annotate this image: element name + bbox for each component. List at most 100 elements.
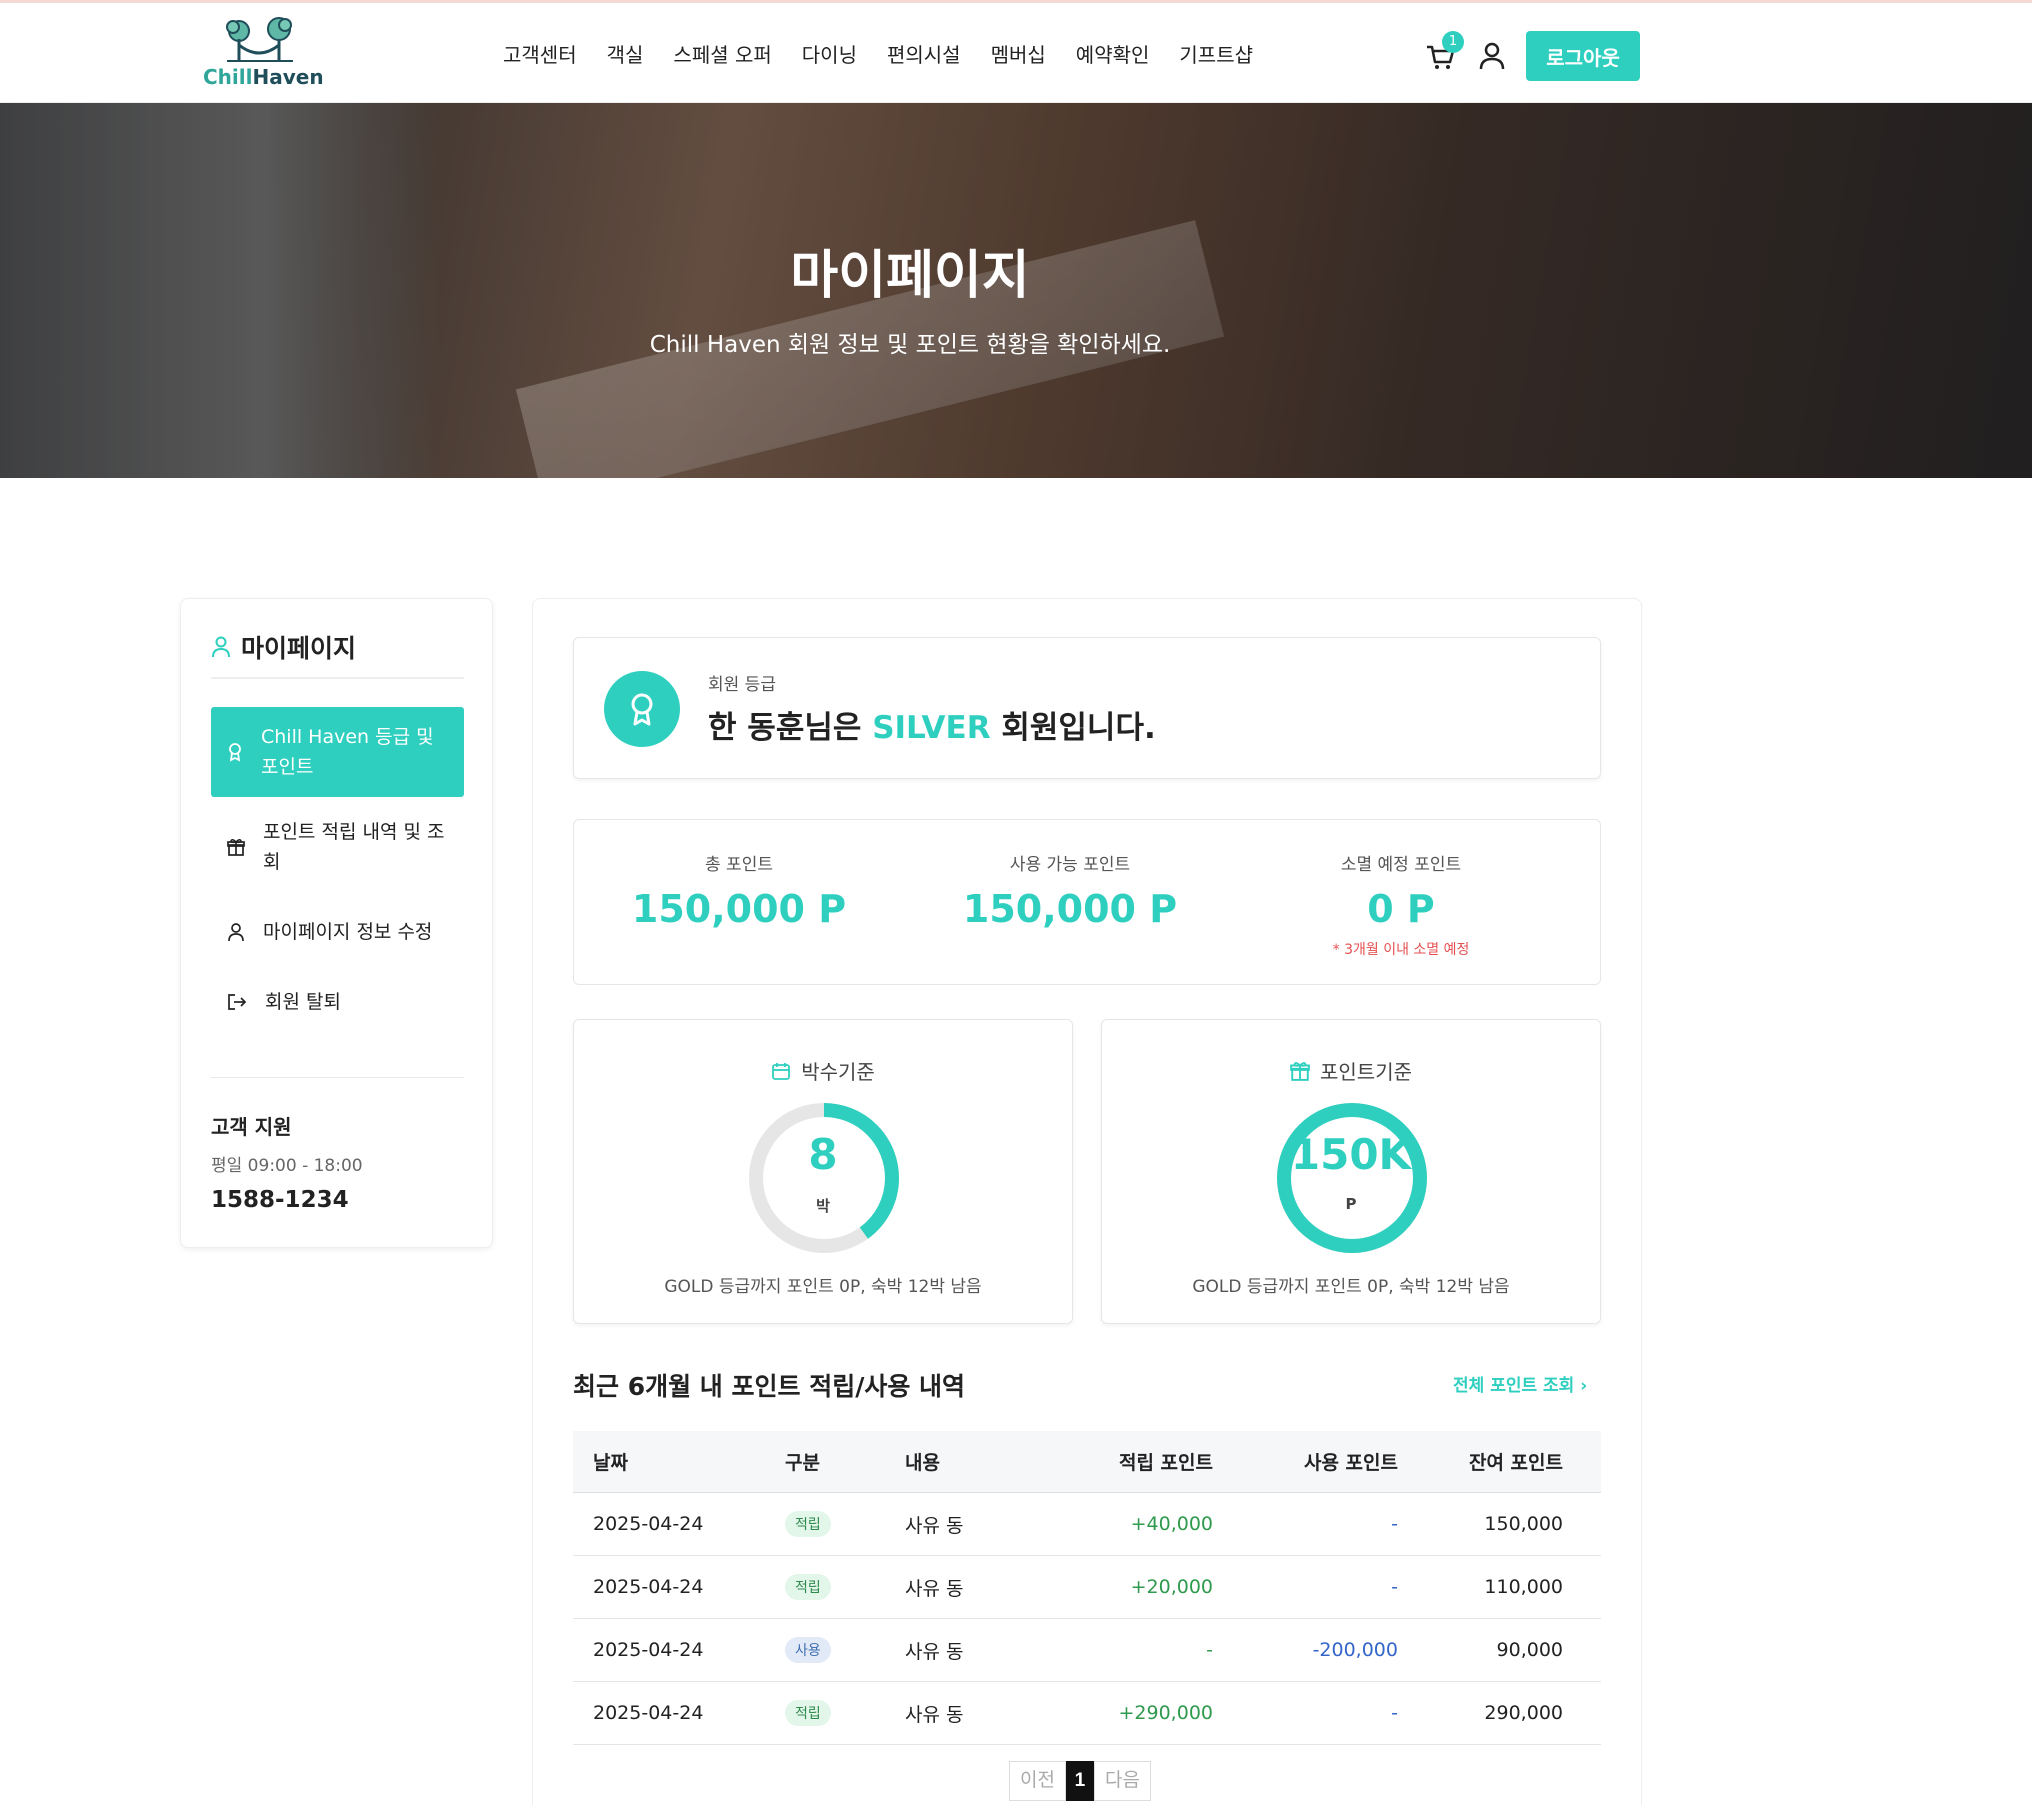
points-criteria-title: 포인트기준 — [1320, 1060, 1412, 1084]
logout-icon — [228, 994, 247, 1010]
calendar-icon — [772, 1062, 791, 1080]
available-points-value: 150,000 P — [962, 887, 1178, 931]
chevron-right-icon: › — [1580, 1376, 1588, 1396]
nav-rooms[interactable]: 객실 — [607, 39, 644, 68]
pagination: 이전 1 다음 — [1009, 1761, 1151, 1801]
award-icon — [631, 693, 653, 726]
cell-date: 2025-04-24 — [593, 1576, 704, 1598]
sidebar-item-withdraw[interactable]: 회원 탈퇴 — [211, 987, 464, 1017]
cell-desc: 사유 동 — [905, 1577, 964, 1600]
page-subtitle: Chill Haven 회원 정보 및 포인트 현황을 확인하세요. — [649, 332, 1171, 358]
cart-count-badge: 1 — [1442, 31, 1464, 53]
type-badge: 사용 — [785, 1637, 831, 1663]
table-row: 2025-04-24 적립 사유 동 +20,000 - 110,000 — [573, 1556, 1601, 1619]
cell-type: 사용 — [785, 1637, 905, 1663]
sidebar-item-point-history[interactable]: 포인트 적립 내역 및 조회 — [211, 817, 464, 877]
grade-suffix: 회원입니다. — [990, 710, 1156, 746]
points-ring-value: 150K — [1290, 1130, 1412, 1179]
view-all-points-label: 전체 포인트 조회 — [1453, 1376, 1575, 1396]
sidebar-item-label: Chill Haven 등급 및 포인트 — [261, 726, 434, 778]
table-header: 날짜 구분 내용 적립 포인트 사용 포인트 잔여 포인트 — [573, 1431, 1601, 1493]
col-desc: 내용 — [905, 1452, 940, 1474]
main-nav: 고객센터 객실 스페셜 오퍼 다이닝 편의시설 멤버십 예약확인 기프트샵 — [503, 39, 1283, 68]
col-balance: 잔여 포인트 — [1468, 1452, 1563, 1474]
nights-unit: 박 — [816, 1197, 830, 1215]
total-points: 총 포인트 150,000 P — [574, 850, 904, 931]
type-badge: 적립 — [785, 1511, 831, 1537]
view-all-points-link[interactable]: 전체 포인트 조회 › — [1453, 1371, 1587, 1396]
sidebar: 마이페이지 Chill Haven 등급 및 포인트 포인트 적립 내역 및 조… — [180, 598, 493, 1248]
nav-membership[interactable]: 멤버십 — [991, 39, 1046, 68]
support-hours: 평일 09:00 - 18:00 — [211, 1156, 363, 1176]
cell-type: 적립 — [785, 1511, 905, 1537]
nav-gift-shop[interactable]: 기프트샵 — [1179, 39, 1253, 68]
expiring-points: 소멸 예정 포인트 0 P * 3개월 이내 소멸 예정 — [1236, 850, 1566, 959]
award-icon — [229, 743, 241, 762]
points-ring-unit: P — [1345, 1195, 1357, 1213]
nav-facilities[interactable]: 편의시설 — [887, 39, 961, 68]
table-row: 2025-04-24 적립 사유 동 +290,000 - 290,000 — [573, 1682, 1601, 1745]
cell-use: - — [1391, 1513, 1398, 1535]
cell-desc: 사유 동 — [905, 1514, 964, 1537]
expiring-points-note: * 3개월 이내 소멸 예정 — [1332, 942, 1470, 958]
cell-type: 적립 — [785, 1574, 905, 1600]
cell-earn: +290,000 — [1118, 1702, 1214, 1724]
cell-use: -200,000 — [1312, 1639, 1398, 1661]
user-icon[interactable] — [1478, 41, 1506, 71]
expiring-points-value: 0 P — [1367, 887, 1435, 931]
support-title: 고객 지원 — [211, 1115, 292, 1139]
col-earn: 적립 포인트 — [1118, 1452, 1213, 1474]
nav-reservation-check[interactable]: 예약확인 — [1076, 39, 1150, 68]
support-phone[interactable]: 1588-1234 — [211, 1187, 349, 1213]
nav-dining[interactable]: 다이닝 — [802, 39, 857, 68]
available-points-label: 사용 가능 포인트 — [1009, 855, 1131, 875]
col-type: 구분 — [785, 1452, 820, 1474]
cell-desc: 사유 동 — [905, 1703, 964, 1726]
cell-date: 2025-04-24 — [593, 1702, 704, 1724]
logo[interactable]: ChillHaven — [195, 13, 335, 93]
cell-date: 2025-04-24 — [593, 1639, 704, 1661]
total-points-label: 총 포인트 — [705, 855, 773, 875]
gift-icon — [227, 838, 245, 856]
col-use: 사용 포인트 — [1303, 1452, 1398, 1474]
page-1-button[interactable]: 1 — [1065, 1761, 1094, 1801]
logout-button[interactable]: 로그아웃 — [1526, 31, 1640, 81]
main-panel: 회원 등급 한 동훈님은 SILVER 회원입니다. 총 포인트 150,000… — [532, 598, 1642, 1805]
nav-special-offer[interactable]: 스페셜 오퍼 — [673, 39, 771, 68]
points-summary-card: 총 포인트 150,000 P 사용 가능 포인트 150,000 P 소멸 예… — [573, 819, 1601, 985]
points-history-table: 날짜 구분 내용 적립 포인트 사용 포인트 잔여 포인트 2025-04-24… — [573, 1431, 1601, 1745]
cell-balance: 150,000 — [1484, 1513, 1563, 1535]
type-badge: 적립 — [785, 1574, 831, 1600]
grade-tier: SILVER — [872, 710, 991, 746]
cell-earn: +40,000 — [1130, 1513, 1213, 1535]
site-header: ChillHaven 고객센터 객실 스페셜 오퍼 다이닝 편의시설 멤버십 예… — [0, 3, 2032, 103]
cell-type: 적립 — [785, 1700, 905, 1726]
grade-text: 한 동훈님은 SILVER 회원입니다. — [708, 702, 1156, 747]
cell-balance: 110,000 — [1484, 1576, 1563, 1598]
nights-criteria-title: 박수기준 — [801, 1060, 875, 1084]
next-page-button[interactable]: 다음 — [1093, 1761, 1151, 1801]
sidebar-title: 마이페이지 — [241, 634, 357, 663]
user-icon — [228, 923, 244, 942]
gift-icon — [1290, 1061, 1310, 1081]
cell-balance: 290,000 — [1484, 1702, 1563, 1724]
divider — [211, 677, 464, 679]
sidebar-item-grade-points[interactable]: Chill Haven 등급 및 포인트 — [211, 707, 464, 797]
prev-page-button[interactable]: 이전 — [1009, 1761, 1066, 1801]
nav-customer-center[interactable]: 고객센터 — [503, 39, 577, 68]
logo-haven: Haven — [252, 65, 324, 89]
sidebar-item-edit-info[interactable]: 마이페이지 정보 수정 — [211, 917, 464, 947]
cell-earn: +20,000 — [1130, 1576, 1213, 1598]
history-title: 최근 6개월 내 포인트 적립/사용 내역 — [573, 1372, 966, 1401]
grade-label: 회원 등급 — [708, 675, 776, 695]
logo-text: ChillHaven — [203, 65, 324, 89]
cell-earn: - — [1206, 1639, 1213, 1661]
points-criteria-card: 포인트기준 150K P GOLD 등급까지 포인트 0P, 숙박 12박 남음 — [1101, 1019, 1601, 1324]
sidebar-item-label: 마이페이지 정보 수정 — [263, 921, 433, 943]
cell-use: - — [1391, 1702, 1398, 1724]
table-row: 2025-04-24 적립 사유 동 +40,000 - 150,000 — [573, 1493, 1601, 1556]
nights-footer: GOLD 등급까지 포인트 0P, 숙박 12박 남음 — [664, 1277, 982, 1297]
logo-chill: Chill — [203, 65, 253, 89]
nights-criteria-header: 박수기준 — [574, 1056, 1072, 1085]
col-date: 날짜 — [593, 1452, 628, 1474]
